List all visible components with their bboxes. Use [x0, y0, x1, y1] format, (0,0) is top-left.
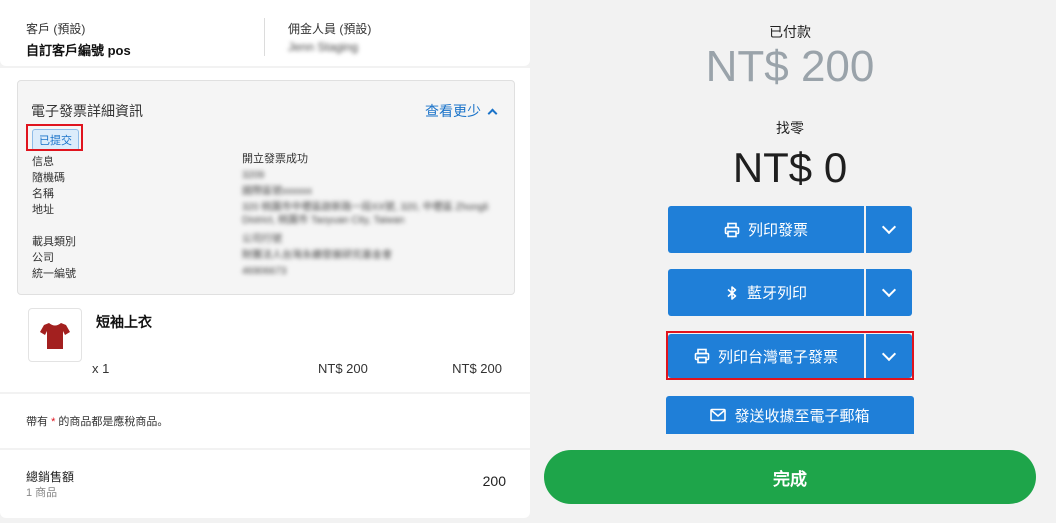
paid-amount: NT$ 200	[705, 42, 875, 91]
salesperson-field[interactable]: 佣金人員 (預設) Jenn Staging	[288, 20, 371, 54]
einvoice-field-value: 公司行號	[242, 234, 282, 245]
total-sales-label: 總銷售額	[26, 470, 75, 484]
product-thumbnail	[28, 308, 82, 362]
einvoice-field-value: 3209	[242, 170, 265, 181]
einvoice-details-panel: 電子發票詳細資訊 查看更少 已提交 信息 開立發票成功 隨機碼 3209 名稱 …	[17, 80, 515, 295]
tax-note-prefix: 帶有	[26, 416, 48, 428]
einvoice-title: 電子發票詳細資訊	[31, 103, 143, 119]
chevron-up-icon	[487, 108, 498, 118]
status-badge-highlight	[26, 124, 83, 151]
order-summary-panel: 客戶 (預設) 自訂客戶編號 pos 佣金人員 (預設) Jenn Stagin…	[0, 0, 530, 523]
printer-icon	[724, 222, 740, 238]
email-receipt-label: 發送收據至電子郵箱	[734, 407, 870, 425]
bluetooth-print-label: 藍牙列印	[746, 285, 807, 302]
einvoice-field-label: 公司	[32, 252, 54, 264]
product-line-total: NT$ 200	[452, 361, 502, 376]
done-button[interactable]: 完成	[544, 450, 1036, 504]
product-unit-price: NT$ 200	[318, 361, 368, 376]
print-invoice-button[interactable]: 列印發票	[668, 206, 864, 253]
checkout-screen: 客戶 (預設) 自訂客戶編號 pos 佣金人員 (預設) Jenn Stagin…	[0, 0, 1056, 523]
total-sales-value: 200	[482, 473, 506, 489]
bluetooth-print-button[interactable]: 藍牙列印	[668, 269, 864, 316]
customer-value: 自訂客戶編號 pos	[26, 43, 131, 58]
print-tw-einvoice-highlight	[666, 331, 914, 380]
total-items-count: 1 商品	[26, 487, 58, 499]
tshirt-icon	[38, 318, 72, 352]
change-amount: NT$ 0	[732, 144, 848, 191]
product-quantity: x 1	[92, 361, 110, 376]
salesperson-value: Jenn Staging	[288, 40, 359, 54]
chevron-down-icon	[881, 219, 897, 235]
paid-label: 已付款	[769, 24, 811, 40]
header-divider	[264, 18, 265, 56]
einvoice-field-label: 名稱	[32, 188, 54, 200]
bluetooth-icon	[725, 285, 739, 301]
einvoice-field-value: 開立發票成功	[242, 153, 308, 165]
totals-card	[0, 450, 530, 518]
einvoice-field-value: 320 桃園市中壢區啟新路一段XX號, 320, 中壢區 Zhongli Dis…	[242, 202, 489, 226]
done-label: 完成	[773, 469, 807, 489]
einvoice-field-value: 國際區號xxxxxx	[242, 186, 312, 197]
tax-note: 帶有 * 的商品都是應稅商品。	[26, 413, 168, 429]
einvoice-field-value: 46906673	[242, 266, 287, 277]
envelope-icon	[710, 408, 727, 422]
order-header-card: 客戶 (預設) 自訂客戶編號 pos 佣金人員 (預設) Jenn Stagin…	[0, 0, 530, 66]
bluetooth-print-dropdown[interactable]	[866, 269, 912, 316]
see-less-link[interactable]: 查看更少	[425, 101, 498, 121]
print-invoice-label: 列印發票	[747, 222, 808, 239]
taxable-star: *	[51, 416, 56, 428]
einvoice-field-label: 地址	[32, 204, 54, 216]
chevron-down-icon	[881, 282, 897, 298]
einvoice-field-value: 財團法人台灣永續發展研究基金會	[242, 250, 392, 261]
salesperson-label: 佣金人員 (預設)	[288, 22, 372, 36]
print-invoice-dropdown[interactable]	[866, 206, 912, 253]
einvoice-field-label: 載具類別	[32, 236, 76, 248]
customer-field[interactable]: 客戶 (預設) 自訂客戶編號 pos	[26, 20, 131, 59]
einvoice-field-label: 統一編號	[32, 268, 76, 280]
change-label: 找零	[776, 120, 804, 136]
tax-note-suffix: 的商品都是應稅商品。	[58, 416, 169, 428]
customer-label: 客戶 (預設)	[26, 22, 86, 36]
einvoice-field-label: 隨機碼	[32, 172, 65, 184]
einvoice-field-label: 信息	[32, 156, 54, 168]
product-name: 短袖上衣	[96, 314, 152, 330]
email-receipt-button[interactable]: 發送收據至電子郵箱	[666, 396, 914, 434]
see-less-label: 查看更少	[425, 103, 481, 119]
